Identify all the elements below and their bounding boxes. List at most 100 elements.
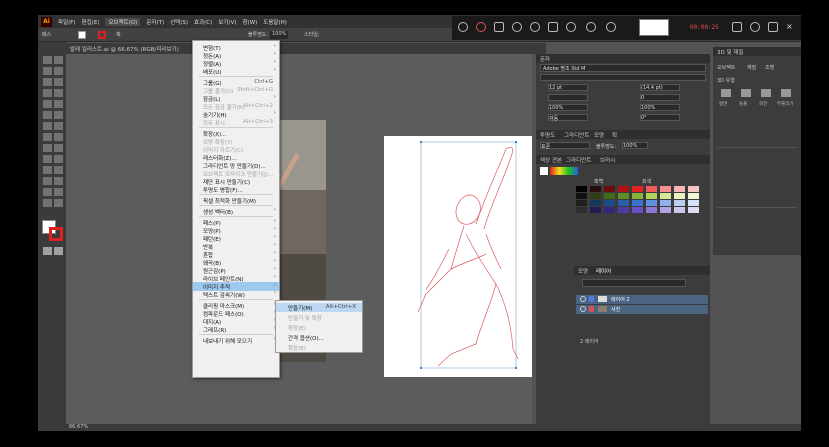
- color-swatch[interactable]: [632, 207, 643, 213]
- screen-mode-icon[interactable]: [54, 247, 63, 255]
- magic-wand-tool-icon[interactable]: [43, 67, 52, 75]
- color-swatch[interactable]: [674, 207, 685, 213]
- inflate-icon[interactable]: [781, 89, 791, 97]
- layer-name[interactable]: 레이어 2: [611, 296, 630, 303]
- tab-gradient[interactable]: 그라디언트: [564, 131, 589, 139]
- visibility-eye-icon[interactable]: [580, 306, 586, 312]
- color-swatch[interactable]: [674, 193, 685, 199]
- kerning-field[interactable]: [548, 94, 588, 101]
- tab-layers[interactable]: 레이어: [596, 267, 611, 275]
- tab-appearance[interactable]: 모양: [594, 131, 604, 139]
- color-swatch[interactable]: [618, 207, 629, 213]
- menu-view[interactable]: 보기(V): [218, 18, 236, 26]
- menu-object[interactable]: 오브젝트(O): [105, 17, 141, 26]
- menu-edit[interactable]: 편집(E): [82, 18, 100, 26]
- close-icon[interactable]: ×: [786, 22, 796, 32]
- baseline-field[interactable]: 자동: [548, 114, 588, 122]
- color-swatch[interactable]: [632, 193, 643, 199]
- tab-swatches[interactable]: 색상 견본: [540, 156, 562, 164]
- document-tab[interactable]: 발레 일러스트.ai @ 66.67% (RGB/미리보기): [70, 45, 179, 53]
- bbox-handle-tl[interactable]: [420, 141, 422, 143]
- canvas-area[interactable]: [66, 54, 532, 424]
- object-menu-item[interactable]: 텍스트 감싸기(W) ›: [193, 290, 279, 299]
- tab-transparency[interactable]: 투명도: [540, 131, 555, 139]
- menu-select[interactable]: 선택(S): [170, 18, 188, 26]
- revolve-icon[interactable]: [761, 89, 771, 97]
- font-family-field[interactable]: Adobe 명조 Std M: [540, 64, 706, 72]
- object-menu-item[interactable]: 그래프(R)›: [193, 325, 279, 334]
- color-swatch[interactable]: [604, 186, 615, 192]
- rotate-tool-icon[interactable]: [54, 122, 63, 130]
- plane-icon[interactable]: [721, 89, 731, 97]
- zoom-level[interactable]: 66.67%: [69, 424, 88, 430]
- color-swatch[interactable]: [646, 200, 657, 206]
- layer-row[interactable]: 레이어 2: [576, 295, 708, 304]
- object-menu-item[interactable]: 모두 표시 Alt+Ctrl+3: [193, 118, 279, 127]
- color-swatch[interactable]: [590, 186, 601, 192]
- zoom-in-icon[interactable]: [512, 22, 522, 32]
- free-transform-tool-icon[interactable]: [43, 144, 52, 152]
- color-swatch[interactable]: [604, 207, 615, 213]
- menu-file[interactable]: 파일(F): [58, 18, 76, 26]
- zoom-out-icon[interactable]: [530, 22, 540, 32]
- curvature-tool-icon[interactable]: [54, 78, 63, 86]
- tab-gradient-swatch[interactable]: 그라디언트: [566, 156, 591, 164]
- none-swatch[interactable]: [540, 167, 548, 175]
- opacity-field[interactable]: 100%: [622, 142, 648, 149]
- refresh-icon[interactable]: [606, 22, 616, 32]
- object-menu-item[interactable]: 내보내기 위해 모으기›: [193, 336, 279, 345]
- crop-icon[interactable]: [548, 22, 558, 32]
- eraser-tool-icon[interactable]: [43, 122, 52, 130]
- layers-search-input[interactable]: [582, 279, 686, 287]
- bbox-handle-tr[interactable]: [515, 141, 517, 143]
- hand-tool-icon[interactable]: [43, 199, 52, 207]
- color-swatch[interactable]: [688, 186, 699, 192]
- tab-object[interactable]: 오브젝트: [717, 64, 735, 71]
- shaper-tool-icon[interactable]: [43, 111, 52, 119]
- symbol-sprayer-tool-icon[interactable]: [54, 177, 63, 185]
- layer-name[interactable]: 사진: [611, 306, 620, 313]
- color-swatch[interactable]: [660, 193, 671, 199]
- color-swatch[interactable]: [590, 200, 601, 206]
- selection-tool-icon[interactable]: [43, 56, 52, 64]
- menu-help[interactable]: 도움말(H): [263, 18, 287, 26]
- tab-brushes[interactable]: 브러시: [600, 156, 615, 164]
- tab-material[interactable]: 재질: [747, 64, 756, 71]
- color-swatch[interactable]: [590, 193, 601, 199]
- color-swatch[interactable]: [618, 200, 629, 206]
- color-swatch[interactable]: [646, 186, 657, 192]
- pin-icon[interactable]: [750, 22, 760, 32]
- image-trace-submenu-item[interactable]: 간격 옵션(O)...: [276, 333, 362, 342]
- layer-row[interactable]: 사진: [576, 305, 708, 314]
- zoom-tool-icon[interactable]: [54, 199, 63, 207]
- color-swatch[interactable]: [660, 207, 671, 213]
- visibility-eye-icon[interactable]: [580, 296, 586, 302]
- image-trace-submenu-item[interactable]: 확장(E): [276, 323, 362, 332]
- pencil-tool-icon[interactable]: [54, 111, 63, 119]
- tracking-field[interactable]: 0: [640, 94, 680, 101]
- eyedropper-tool-icon[interactable]: [54, 166, 63, 174]
- color-swatch[interactable]: [604, 200, 615, 206]
- undo-icon[interactable]: [566, 22, 576, 32]
- frame-icon[interactable]: [494, 22, 504, 32]
- tab-lighting[interactable]: 조명: [765, 64, 774, 71]
- fill-swatch[interactable]: [78, 31, 86, 39]
- color-group-swatch[interactable]: [550, 167, 578, 175]
- color-swatch[interactable]: [646, 193, 657, 199]
- extrude-icon[interactable]: [741, 89, 751, 97]
- scale-tool-icon[interactable]: [43, 133, 52, 141]
- color-swatch[interactable]: [688, 200, 699, 206]
- object-menu-item[interactable]: 투명도 병합(F)...: [193, 185, 279, 194]
- color-swatch[interactable]: [660, 186, 671, 192]
- bbox-handle-br[interactable]: [515, 367, 517, 369]
- stroke-swatch[interactable]: [98, 31, 106, 39]
- color-swatch[interactable]: [632, 200, 643, 206]
- expand-icon[interactable]: [768, 22, 778, 32]
- color-swatch[interactable]: [576, 193, 587, 199]
- graph-tool-icon[interactable]: [43, 188, 52, 196]
- stop-icon[interactable]: [476, 22, 486, 32]
- image-trace-submenu-item[interactable]: 만들기(M) Alt+Ctrl+X: [276, 303, 362, 312]
- object-menu-item[interactable]: 생성 벡터(B) ›: [193, 207, 279, 216]
- blend-mode-select[interactable]: 표준: [540, 142, 590, 150]
- preview-thumbnail[interactable]: [639, 19, 669, 36]
